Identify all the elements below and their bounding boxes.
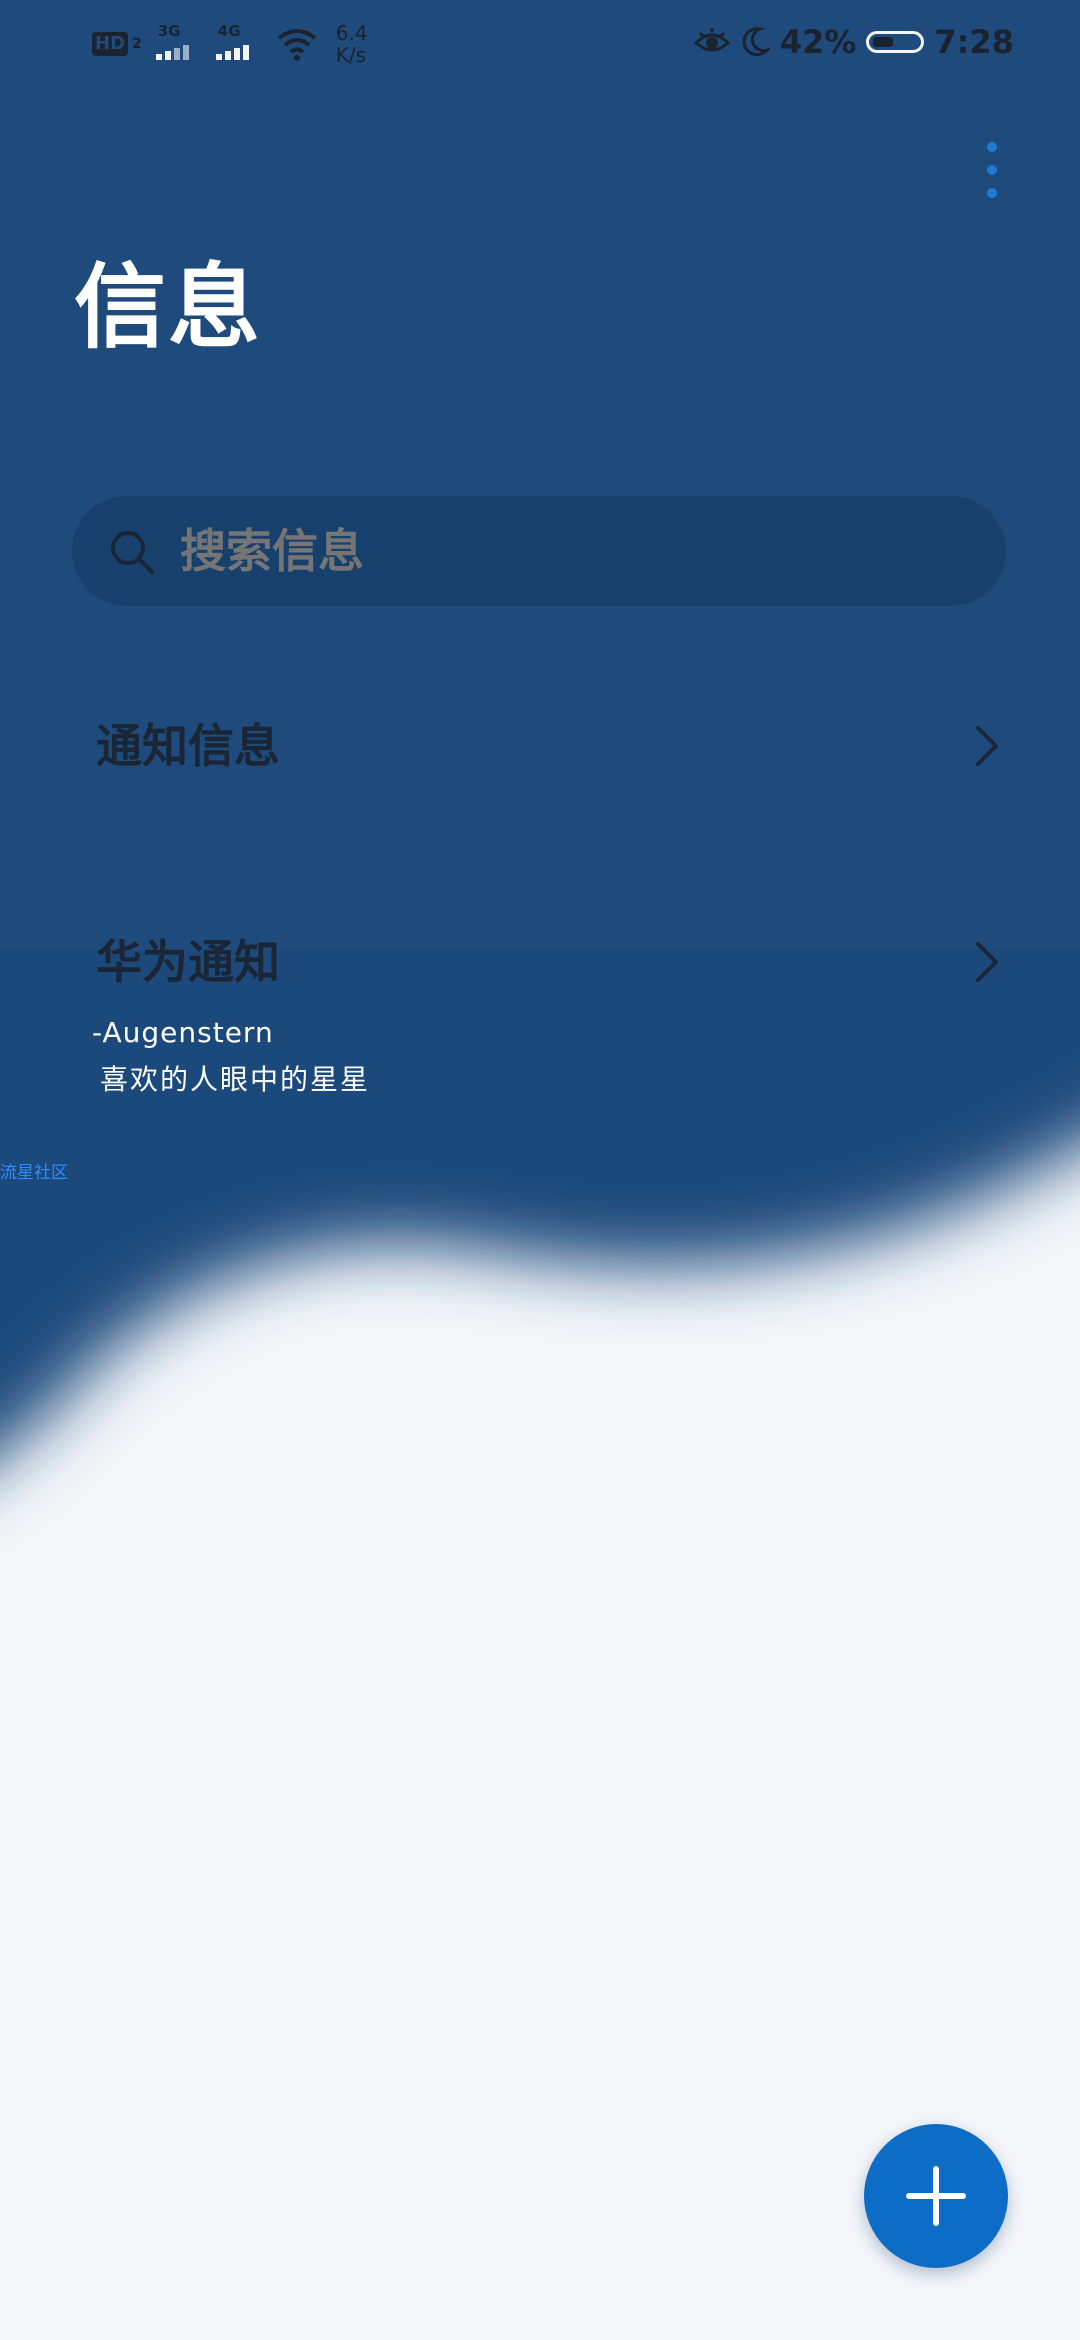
- moon-icon: [742, 27, 770, 57]
- network-speed-unit: K/s: [335, 43, 367, 67]
- network-speed-value: 6.4: [335, 21, 368, 45]
- battery-icon: [866, 31, 925, 53]
- chevron-right-icon: [976, 726, 998, 766]
- battery-percent: 42%: [779, 23, 857, 61]
- watermark-text: 流星社区: [0, 1163, 68, 1183]
- signal-3g-icon: 3G: [155, 22, 202, 64]
- chevron-right-icon: [976, 942, 998, 982]
- list-item-label: 通知信息: [96, 719, 280, 773]
- status-right-group: 42% 7:28: [693, 20, 1014, 64]
- more-vertical-icon[interactable]: [972, 138, 1012, 202]
- page-title: 信息: [74, 254, 263, 361]
- eye-comfort-icon: [693, 28, 730, 52]
- list-item-notification-messages[interactable]: 通知信息: [0, 686, 1080, 806]
- status-time: 7:28: [934, 23, 1014, 61]
- list-item-huawei-notifications[interactable]: 华为通知: [0, 902, 1080, 1022]
- network-speed: 6.4 K/s: [336, 22, 368, 66]
- status-left-group: HD 2 3G 4G 6.4 K/s: [92, 22, 368, 66]
- status-bar: HD 2 3G 4G 6.4 K/s 42% 7:28: [0, 0, 1080, 84]
- new-message-button[interactable]: [864, 2124, 1008, 2268]
- hd-sim-index: 2: [132, 36, 142, 52]
- list-item-label: 华为通知: [96, 935, 280, 989]
- wifi-icon: [277, 29, 316, 61]
- search-input[interactable]: [180, 496, 960, 606]
- signal-4g-label: 4G: [217, 22, 241, 40]
- search-icon: [111, 531, 154, 574]
- signal-3g-label: 3G: [157, 22, 181, 40]
- search-bar[interactable]: [72, 496, 1006, 606]
- signal-4g-icon: 4G: [215, 22, 262, 64]
- theme-signature-quote: 喜欢的人眼中的星星: [100, 1063, 371, 1096]
- theme-signature-name: -Augenstern: [92, 1016, 274, 1049]
- hd-voice-icon: HD: [92, 32, 129, 56]
